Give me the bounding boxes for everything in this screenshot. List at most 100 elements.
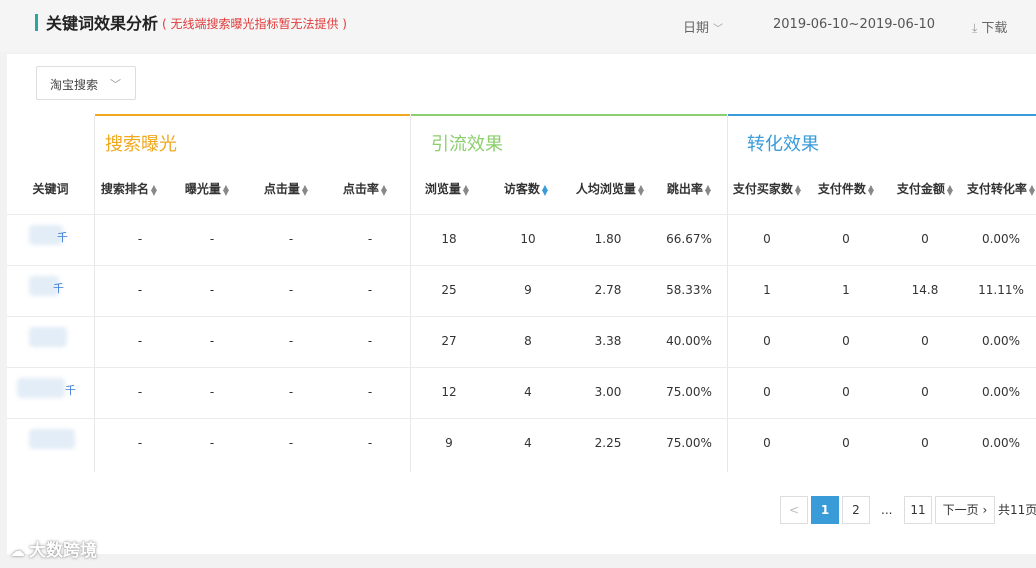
page-title: 关键词效果分析	[46, 14, 159, 33]
cell-visitors: 9	[524, 283, 532, 297]
cell-buyers: 0	[763, 436, 771, 450]
keyword-redaction	[29, 327, 67, 347]
sort-icon[interactable]: ▲ ▼	[223, 183, 229, 196]
sort-icon[interactable]: ▲ ▼	[381, 183, 387, 196]
sort-icon[interactable]: ▲ ▼	[463, 183, 469, 196]
sort-icon[interactable]: ▲ ▼	[795, 183, 801, 196]
cell-amount: 14.8	[911, 283, 939, 297]
pagination: < 1 2 ... 11 下一页 › 共11页	[7, 496, 1036, 524]
chevron-right-icon: ›	[982, 503, 988, 517]
cell-items: 0	[842, 334, 850, 348]
col-header-items[interactable]: 支付件数 ▲ ▼	[812, 180, 880, 197]
cell-clicks: -	[288, 283, 294, 297]
col-header-buyers[interactable]: 支付买家数 ▲ ▼	[729, 180, 805, 197]
cell-bounce-rate: 40.00%	[666, 334, 712, 348]
col-header-conversion-rate[interactable]: 支付转化率 ▲ ▼	[965, 180, 1036, 197]
cell-items: 0	[842, 385, 850, 399]
cell-items: 0	[842, 436, 850, 450]
cell-impressions: -	[209, 232, 215, 246]
sort-icon[interactable]: ▲ ▼	[705, 183, 711, 196]
date-label: 日期	[683, 21, 710, 36]
next-page-label: 下一页	[942, 503, 979, 517]
source-select[interactable]: 淘宝搜索 ﹀	[36, 66, 136, 100]
group-title-conversion: 转化效果	[747, 134, 819, 155]
pagination-ellipsis: ...	[881, 503, 893, 517]
cell-buyers: 1	[763, 283, 771, 297]
cell-amount: 0	[921, 385, 929, 399]
keyword-cell[interactable]: 千	[27, 225, 87, 247]
sort-icon[interactable]: ▲ ▼	[542, 183, 548, 196]
date-range[interactable]: 2019-06-10~2019-06-10	[773, 17, 935, 32]
keyword-cell[interactable]: 千	[27, 276, 87, 298]
table-row: - - - - 27 8 3.38 40.00% 0 0 0 0.00%	[7, 316, 1036, 367]
page-button-2[interactable]: 2	[842, 496, 870, 524]
group-title-traffic: 引流效果	[431, 134, 503, 155]
col-header-pageviews[interactable]: 浏览量 ▲ ▼	[413, 180, 481, 197]
keyword-text: 千	[57, 231, 68, 244]
col-header-clicks[interactable]: 点击量 ▲ ▼	[252, 180, 320, 197]
cell-amount: 0	[921, 436, 929, 450]
title-note: ( 无线端搜索曝光指标暂无法提供 )	[162, 17, 347, 31]
cell-items: 0	[842, 232, 850, 246]
cell-search-rank: -	[137, 385, 143, 399]
keyword-cell[interactable]	[27, 429, 87, 451]
col-header-amount[interactable]: 支付金额 ▲ ▼	[891, 180, 959, 197]
sort-icon[interactable]: ▲ ▼	[638, 183, 644, 196]
download-button[interactable]: ⤓ 下载	[972, 17, 1007, 36]
col-header-avg-pageviews[interactable]: 人均浏览量 ▲ ▼	[565, 180, 655, 197]
page-button-1[interactable]: 1	[811, 496, 839, 524]
sort-icon[interactable]: ▲ ▼	[302, 183, 308, 196]
keyword-redaction	[29, 429, 75, 449]
cell-buyers: 0	[763, 385, 771, 399]
cell-impressions: -	[209, 385, 215, 399]
cell-impressions: -	[209, 436, 215, 450]
prev-page-button[interactable]: <	[780, 496, 808, 524]
cell-impressions: -	[209, 334, 215, 348]
sort-icon[interactable]: ▲ ▼	[1029, 183, 1035, 196]
date-dropdown[interactable]: 日期 ﹀	[683, 17, 723, 36]
col-header-visitors[interactable]: 访客数 ▲ ▼	[492, 180, 560, 197]
keyword-cell[interactable]: 千	[17, 378, 87, 400]
group-title-exposure: 搜索曝光	[105, 134, 177, 155]
col-header-ctr[interactable]: 点击率 ▲ ▼	[331, 180, 399, 197]
keyword-cell[interactable]	[27, 327, 87, 349]
page-button-last[interactable]: 11	[904, 496, 932, 524]
cell-amount: 0	[921, 232, 929, 246]
col-header-keyword: 关键词	[32, 182, 69, 196]
cell-clicks: -	[288, 334, 294, 348]
cell-conversion-rate: 0.00%	[981, 334, 1021, 348]
cell-impressions: -	[209, 283, 215, 297]
source-select-value: 淘宝搜索	[50, 78, 99, 92]
sort-icon[interactable]: ▲ ▼	[151, 183, 157, 196]
next-page-button[interactable]: 下一页 ›	[935, 496, 995, 524]
cell-pageviews: 9	[445, 436, 453, 450]
table-row: 千 - - - - 18 10 1.80 66.67% 0 0 0 0.00%	[7, 214, 1036, 265]
cell-buyers: 0	[763, 334, 771, 348]
cell-visitors: 10	[520, 232, 536, 246]
cell-visitors: 4	[524, 436, 532, 450]
cell-items: 1	[842, 283, 850, 297]
cell-search-rank: -	[137, 436, 143, 450]
col-header-search-rank[interactable]: 搜索排名 ▲ ▼	[95, 180, 163, 197]
cell-bounce-rate: 75.00%	[666, 436, 712, 450]
cell-avg-pageviews: 1.80	[594, 232, 622, 246]
col-header-bounce-rate[interactable]: 跳出率 ▲ ▼	[655, 180, 723, 197]
sort-icon[interactable]: ▲ ▼	[868, 183, 874, 196]
group-line-conversion	[728, 114, 1036, 116]
cell-clicks: -	[288, 385, 294, 399]
cell-avg-pageviews: 3.38	[594, 334, 622, 348]
cell-pageviews: 12	[441, 385, 457, 399]
cell-bounce-rate: 66.67%	[666, 232, 712, 246]
cell-search-rank: -	[137, 283, 143, 297]
cell-clicks: -	[288, 436, 294, 450]
table-row: - - - - 9 4 2.25 75.00% 0 0 0 0.00%	[7, 418, 1036, 469]
cell-bounce-rate: 75.00%	[666, 385, 712, 399]
title-accent-bar	[35, 14, 38, 31]
cell-ctr: -	[367, 334, 373, 348]
cell-amount: 0	[921, 334, 929, 348]
col-header-impressions[interactable]: 曝光量 ▲ ▼	[173, 180, 241, 197]
cell-search-rank: -	[137, 334, 143, 348]
cell-ctr: -	[367, 385, 373, 399]
sort-icon[interactable]: ▲ ▼	[947, 183, 953, 196]
cell-ctr: -	[367, 436, 373, 450]
